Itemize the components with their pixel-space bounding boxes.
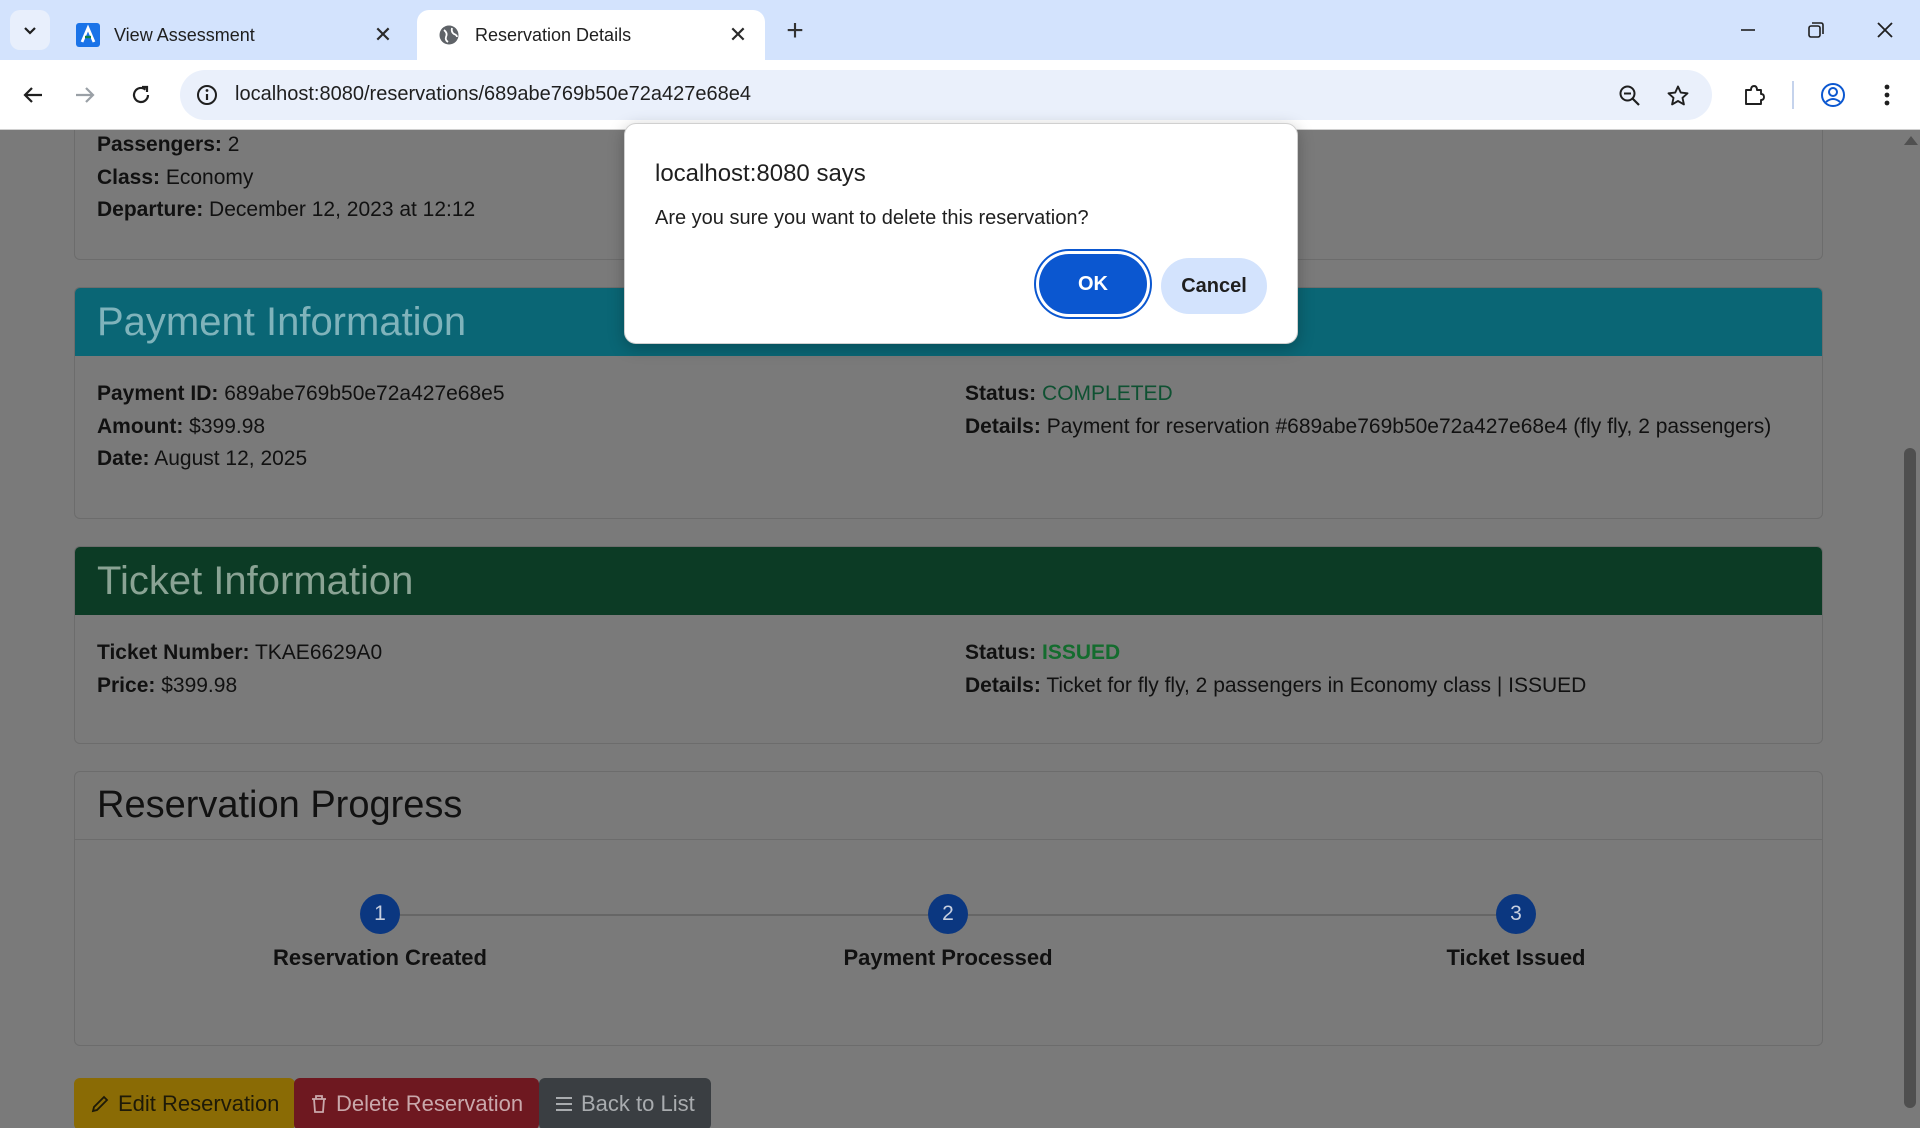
step-3-circle: 3 bbox=[1496, 894, 1536, 934]
pencil-icon bbox=[91, 1095, 109, 1113]
tab-reservation-details[interactable]: Reservation Details ✕ bbox=[417, 10, 765, 60]
site-info-icon[interactable] bbox=[194, 82, 220, 108]
progress-card-header: Reservation Progress bbox=[75, 772, 1822, 840]
dialog-message: Are you sure you want to delete this res… bbox=[655, 207, 1089, 229]
chevron-down-icon bbox=[24, 27, 36, 35]
close-tab-icon[interactable]: ✕ bbox=[370, 22, 396, 48]
ticket-status-field: Status: ISSUED bbox=[965, 641, 1121, 664]
ticket-price-field: Price: $399.98 bbox=[97, 674, 238, 697]
departure-field: Departure: December 12, 2023 at 12:12 bbox=[97, 198, 476, 221]
close-tab-icon[interactable]: ✕ bbox=[725, 22, 751, 48]
trash-icon bbox=[312, 1095, 326, 1113]
dialog-title: localhost:8080 says bbox=[655, 160, 866, 187]
profile-button[interactable] bbox=[1812, 74, 1854, 116]
forward-button[interactable] bbox=[64, 74, 106, 116]
url-text[interactable]: localhost:8080/reservations/689abe769b50… bbox=[235, 83, 751, 106]
payment-details-field: Details: Payment for reservation #689abe… bbox=[965, 415, 1772, 438]
bookmark-star-icon[interactable] bbox=[1664, 82, 1692, 110]
account-icon bbox=[1821, 83, 1845, 107]
scrollbar-thumb[interactable] bbox=[1904, 448, 1916, 1108]
toolbar-separator bbox=[1792, 81, 1794, 109]
status-issued-badge: ISSUED bbox=[1042, 641, 1121, 664]
class-field: Class: Economy bbox=[97, 166, 254, 189]
back-to-list-button[interactable]: Back to List bbox=[539, 1078, 711, 1128]
extensions-button[interactable] bbox=[1733, 74, 1775, 116]
payment-id-field: Payment ID: 689abe769b50e72a427e68e5 bbox=[97, 382, 505, 405]
puzzle-icon bbox=[1745, 85, 1765, 105]
passengers-field: Passengers: 2 bbox=[97, 133, 240, 156]
ticket-details-field: Details: Ticket for fly fly, 2 passenger… bbox=[965, 674, 1587, 697]
payment-date-field: Date: August 12, 2025 bbox=[97, 447, 308, 470]
tab-view-assessment[interactable]: View Assessment ✕ bbox=[56, 10, 410, 60]
close-window-button[interactable] bbox=[1855, 6, 1915, 54]
payment-title: Payment Information bbox=[97, 299, 467, 344]
confirm-dialog: localhost:8080 says Are you sure you wan… bbox=[624, 123, 1298, 344]
arrow-left-icon bbox=[23, 87, 42, 103]
minimize-icon bbox=[1741, 29, 1755, 31]
step-1-circle: 1 bbox=[360, 894, 400, 934]
tab-strip: View Assessment ✕ Reservation Details ✕ … bbox=[0, 0, 1920, 60]
tab-title: View Assessment bbox=[114, 24, 255, 45]
reload-icon bbox=[132, 85, 150, 104]
reload-button[interactable] bbox=[120, 74, 162, 116]
step-3-label: Ticket Issued bbox=[1446, 945, 1586, 970]
ticket-card: Ticket Information Ticket Number: TKAE66… bbox=[74, 546, 1823, 744]
dialog-ok-button[interactable]: OK bbox=[1039, 254, 1147, 314]
plus-icon: + bbox=[786, 14, 804, 47]
address-bar[interactable]: localhost:8080/reservations/689abe769b50… bbox=[180, 70, 1712, 120]
browser-toolbar: localhost:8080/reservations/689abe769b50… bbox=[0, 60, 1920, 130]
close-icon bbox=[1877, 22, 1893, 38]
progress-card: Reservation Progress 1 Reservation Creat… bbox=[74, 771, 1823, 1046]
back-button[interactable] bbox=[12, 74, 54, 116]
dialog-cancel-button[interactable]: Cancel bbox=[1161, 258, 1267, 314]
new-tab-button[interactable]: + bbox=[776, 12, 814, 50]
minimize-button[interactable] bbox=[1718, 6, 1778, 54]
delete-reservation-button[interactable]: Delete Reservation bbox=[294, 1078, 540, 1128]
payment-status-field: Status: COMPLETED bbox=[965, 382, 1173, 405]
app-logo-icon bbox=[76, 23, 100, 47]
tab-title: Reservation Details bbox=[475, 24, 632, 45]
step-2-circle: 2 bbox=[928, 894, 968, 934]
edit-reservation-button[interactable]: Edit Reservation bbox=[74, 1078, 296, 1128]
zoom-icon[interactable] bbox=[1616, 82, 1644, 110]
list-icon bbox=[556, 1097, 572, 1111]
menu-button[interactable] bbox=[1866, 74, 1908, 116]
status-completed-badge: COMPLETED bbox=[1042, 382, 1173, 405]
more-vertical-icon bbox=[1884, 84, 1890, 106]
step-2-label: Payment Processed bbox=[843, 945, 1053, 970]
page-scrollbar[interactable] bbox=[1900, 130, 1920, 1128]
arrow-right-icon bbox=[76, 87, 95, 103]
progress-title: Reservation Progress bbox=[97, 784, 463, 826]
restore-icon bbox=[1808, 22, 1824, 38]
globe-icon bbox=[437, 23, 461, 47]
scroll-up-icon[interactable] bbox=[1904, 136, 1918, 145]
restore-button[interactable] bbox=[1786, 6, 1846, 54]
ticket-card-header: Ticket Information bbox=[75, 547, 1822, 615]
payment-amount-field: Amount: $399.98 bbox=[97, 415, 266, 438]
ticket-number-field: Ticket Number: TKAE6629A0 bbox=[97, 641, 383, 664]
tab-search-button[interactable] bbox=[10, 10, 50, 50]
step-1-label: Reservation Created bbox=[273, 945, 487, 970]
ticket-title: Ticket Information bbox=[97, 558, 414, 603]
